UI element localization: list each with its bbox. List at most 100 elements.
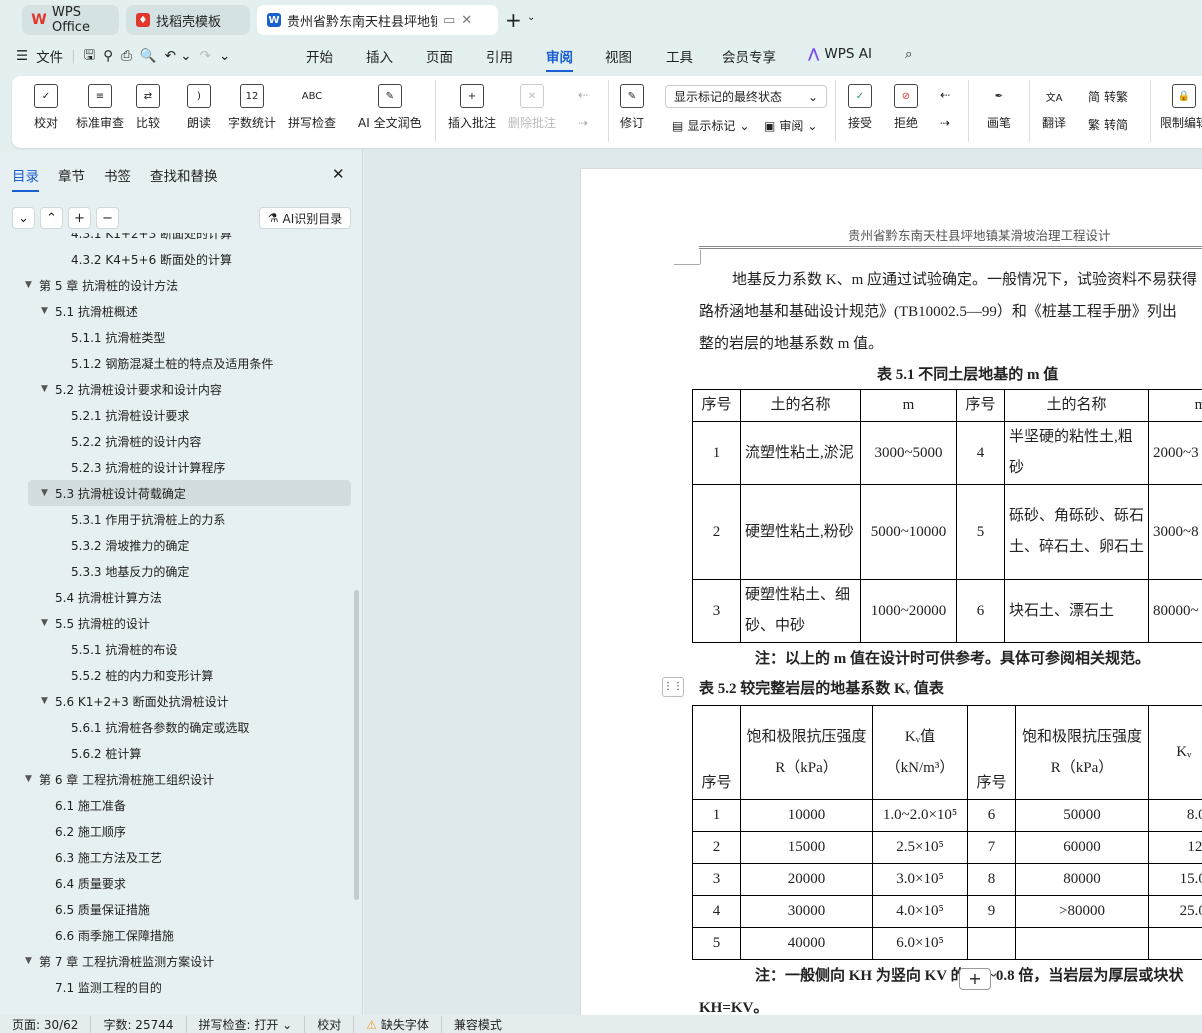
sidebar-tab-bookmarks[interactable]: 书签 — [104, 165, 131, 185]
chevron-down-icon[interactable]: ⌄ — [527, 12, 535, 23]
close-sidebar-icon[interactable]: ✕ — [332, 165, 345, 183]
toc-item[interactable]: 7.1 监测工程的目的 — [0, 974, 363, 1000]
word-count-button[interactable]: 12 字数统计 — [228, 84, 276, 131]
search-icon[interactable]: ⌕ — [905, 46, 913, 62]
undo-icon[interactable]: ↶ ⌄ — [165, 48, 192, 64]
sidebar-tab-toc[interactable]: 目录 — [12, 165, 39, 192]
prev-change-icon[interactable]: ⇠ — [940, 88, 950, 102]
show-markup-button[interactable]: ▤ 显示标记 ⌄ — [672, 117, 749, 134]
toc-item[interactable]: 4.3.1 K1+2+3 断面处的计算 — [0, 233, 363, 246]
expand-arrow-icon[interactable]: ▼ — [41, 618, 48, 628]
menu-tab-home[interactable]: 开始 — [306, 46, 333, 66]
menu-tab-insert[interactable]: 插入 — [366, 46, 393, 66]
toc-item[interactable]: ▼ 第 7 章 工程抗滑桩监测方案设计 — [0, 948, 363, 974]
expand-arrow-icon[interactable]: ▼ — [25, 774, 32, 784]
menu-tab-references[interactable]: 引用 — [486, 46, 513, 66]
toc-item[interactable]: 6.2 施工顺序 — [0, 818, 363, 844]
compare-button[interactable]: ⇄ 比较 — [136, 84, 160, 131]
to-simplified-button[interactable]: 繁转简 — [1088, 116, 1128, 133]
menu-tab-review[interactable]: 审阅 — [546, 46, 573, 72]
print-icon[interactable]: ⎙ — [121, 48, 132, 64]
toc-item[interactable]: 6.1 施工准备 — [0, 792, 363, 818]
save-icon[interactable]: 🖫 — [84, 45, 96, 68]
toc-item[interactable]: ▼ 第 6 章 工程抗滑桩施工组织设计 — [0, 766, 363, 792]
sidebar-tab-sections[interactable]: 章节 — [58, 165, 85, 185]
next-comment-icon[interactable]: ⇢ — [578, 116, 588, 130]
translate-button[interactable]: 文A 翻译 — [1042, 84, 1066, 131]
restrict-edit-button[interactable]: 🔒 限制编辑 — [1160, 84, 1202, 131]
menu-tab-tools[interactable]: 工具 — [666, 46, 693, 66]
toc-item[interactable]: 5.2.1 抗滑桩设计要求 — [0, 402, 363, 428]
tab-templates[interactable]: ♦ 找稻壳模板 — [126, 5, 250, 35]
missing-font-status[interactable]: ⚠ 缺失字体 — [354, 1015, 442, 1033]
ai-polish-button[interactable]: ✎ AI 全文润色 — [358, 84, 422, 131]
toc-item[interactable]: 5.1.2 钢筋混凝土桩的特点及适用条件 — [0, 350, 363, 376]
menu-tab-member[interactable]: 会员专享 — [722, 46, 776, 66]
accept-button[interactable]: ✓ 接受 — [848, 84, 872, 131]
toc-item[interactable]: 4.3.2 K4+5+6 断面处的计算 — [0, 246, 363, 272]
prev-comment-icon[interactable]: ⇠ — [578, 88, 588, 102]
toc-item[interactable]: ▼ 5.5 抗滑桩的设计 — [0, 610, 363, 636]
page-count[interactable]: 页面: 30/62 — [0, 1015, 92, 1033]
tab-wps-office[interactable]: W WPS Office — [22, 5, 119, 35]
expand-button[interactable]: + — [68, 207, 91, 229]
pen-button[interactable]: ✒ 画笔 — [987, 84, 1011, 131]
toc-item[interactable]: 5.5.1 抗滑桩的布设 — [0, 636, 363, 662]
expand-arrow-icon[interactable]: ▼ — [41, 306, 48, 316]
table-drag-handle-icon[interactable]: ⋮⋮ — [662, 677, 684, 697]
menu-tab-view[interactable]: 视图 — [605, 46, 632, 66]
proofread-button[interactable]: ✓ 校对 — [34, 84, 58, 131]
new-tab-icon[interactable]: + — [505, 8, 522, 32]
toc-item[interactable]: 5.3.3 地基反力的确定 — [0, 558, 363, 584]
toc-item[interactable]: ▼ 5.1 抗滑桩概述 — [0, 298, 363, 324]
toc-item[interactable]: 5.2.2 抗滑桩的设计内容 — [0, 428, 363, 454]
more-icon[interactable]: ⌄ — [219, 48, 230, 64]
toc-item[interactable]: ▼ 第 5 章 抗滑桩的设计方法 — [0, 272, 363, 298]
toc-item[interactable]: 6.4 质量要求 — [0, 870, 363, 896]
toc-item[interactable]: 6.6 雨季施工保障措施 — [0, 922, 363, 948]
menu-tab-page[interactable]: 页面 — [426, 46, 453, 66]
sidebar-scrollbar[interactable] — [354, 590, 359, 900]
hamburger-icon[interactable]: ☰ — [16, 48, 28, 64]
toc-item[interactable]: ▼ 5.6 K1+2+3 断面处抗滑桩设计 — [0, 688, 363, 714]
link-icon[interactable]: ⚲ — [103, 48, 113, 64]
expand-arrow-icon[interactable]: ▼ — [41, 488, 48, 498]
to-traditional-button[interactable]: 简转繁 — [1088, 88, 1128, 105]
delete-comment-button[interactable]: ✕ 删除批注 — [508, 84, 556, 131]
proofread-status[interactable]: 校对 — [305, 1015, 355, 1033]
read-aloud-button[interactable]: ) 朗读 — [187, 84, 211, 131]
expand-arrow-icon[interactable]: ▼ — [41, 384, 48, 394]
wps-ai-button[interactable]: ⋀ WPS AI — [808, 46, 872, 62]
toc-item[interactable]: 6.5 质量保证措施 — [0, 896, 363, 922]
menu-file[interactable]: 文件 — [36, 46, 63, 66]
expand-arrow-icon[interactable]: ▼ — [41, 696, 48, 706]
sidebar-tab-find-replace[interactable]: 查找和替换 — [150, 165, 218, 185]
spell-check-button[interactable]: ABC 拼写检查 — [288, 84, 336, 131]
insert-comment-button[interactable]: + 插入批注 — [448, 84, 496, 131]
shrink-button[interactable]: − — [96, 207, 119, 229]
toc-item[interactable]: 5.3.1 作用于抗滑桩上的力系 — [0, 506, 363, 532]
toc-item[interactable]: 5.1.1 抗滑桩类型 — [0, 324, 363, 350]
revise-button[interactable]: ✎ 修订 — [620, 84, 644, 131]
toc-item[interactable]: 5.4 抗滑桩计算方法 — [0, 584, 363, 610]
close-icon[interactable]: ✕ — [461, 13, 472, 28]
toc-item[interactable]: ▼ 5.3 抗滑桩设计荷载确定 — [28, 480, 351, 506]
spell-check-status[interactable]: 拼写检查: 打开 ⌄ — [187, 1015, 306, 1033]
expand-arrow-icon[interactable]: ▼ — [25, 280, 32, 290]
word-count[interactable]: 字数: 25744 — [91, 1015, 187, 1033]
ai-toc-button[interactable]: ⚗ AI识别目录 — [259, 207, 351, 229]
toc-item[interactable]: 5.6.1 抗滑桩各参数的确定或选取 — [0, 714, 363, 740]
toc-item[interactable]: 5.3.2 滑坡推力的确定 — [0, 532, 363, 558]
expand-arrow-icon[interactable]: ▼ — [25, 956, 32, 966]
markup-select[interactable]: 显示标记的最终状态 ⌄ — [665, 85, 827, 108]
screen-icon[interactable]: ▭ — [443, 13, 455, 28]
toc-item[interactable]: ▼ 5.2 抗滑桩设计要求和设计内容 — [0, 376, 363, 402]
print-preview-icon[interactable]: 🔍 — [140, 48, 157, 64]
review-pane-button[interactable]: ▣ 审阅 ⌄ — [764, 117, 817, 134]
toc-item[interactable]: 5.5.2 桩的内力和变形计算 — [0, 662, 363, 688]
next-change-icon[interactable]: ⇢ — [940, 116, 950, 130]
standard-review-button[interactable]: ≡ 标准审查 — [76, 84, 124, 131]
collapse-up-button[interactable]: ⌃ — [40, 207, 63, 229]
toc-item[interactable]: 5.2.3 抗滑桩的设计计算程序 — [0, 454, 363, 480]
redo-icon[interactable]: ↷ — [200, 48, 211, 64]
